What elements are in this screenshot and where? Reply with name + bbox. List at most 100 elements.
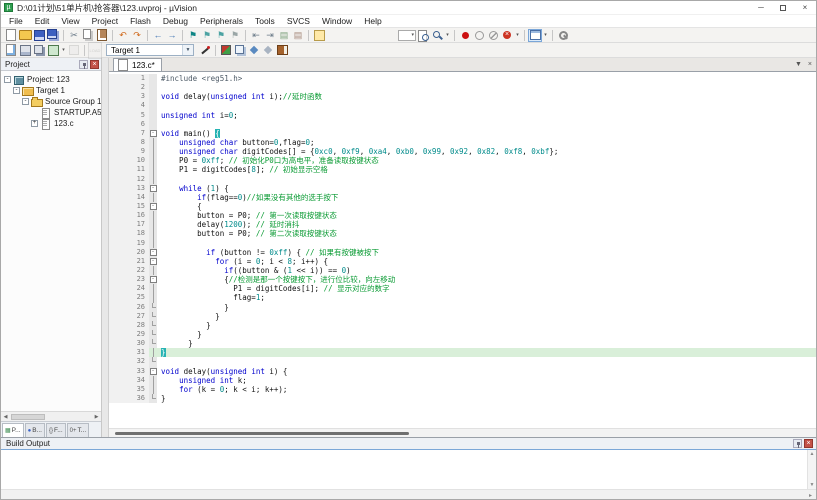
menu-view[interactable]: View <box>55 16 85 26</box>
chevron-down-icon[interactable]: ▼ <box>182 45 193 55</box>
download-icon[interactable] <box>88 44 102 57</box>
file-extensions-icon[interactable] <box>219 44 233 57</box>
window-list-icon[interactable]: ▼ <box>795 61 802 68</box>
tree-item-123-c[interactable]: +123.c <box>1 118 101 129</box>
panel-tab-books[interactable]: ●B... <box>25 423 45 437</box>
insert-template-icon[interactable] <box>312 29 326 42</box>
rebuild-all-icon[interactable] <box>32 44 46 57</box>
code-line-2[interactable]: 2 <box>109 83 816 92</box>
build-icon[interactable] <box>18 44 32 57</box>
project-scroll-thumb[interactable] <box>11 414 45 420</box>
comment-selection-icon[interactable]: ▤ <box>277 29 291 42</box>
batch-dropdown-icon[interactable]: ▾ <box>60 44 67 57</box>
build-pin-icon[interactable] <box>793 439 802 448</box>
navigate-back-icon[interactable]: ← <box>151 29 165 42</box>
panel-tab-functions[interactable]: {}F... <box>46 423 66 437</box>
open-file-icon[interactable] <box>18 29 32 42</box>
code-line-1[interactable]: 1#include <reg51.h> <box>109 74 816 83</box>
code-line-26[interactable]: 26 } <box>109 303 816 312</box>
options-for-target-icon[interactable] <box>198 44 212 57</box>
navigate-forward-icon[interactable]: → <box>165 29 179 42</box>
manage-project-items-icon[interactable] <box>233 44 247 57</box>
menu-svcs[interactable]: SVCS <box>281 16 316 26</box>
expander-icon[interactable]: - <box>4 76 11 83</box>
panel-tab-project[interactable]: ▦P... <box>2 423 24 437</box>
undo-icon[interactable]: ↶ <box>116 29 130 42</box>
code-line-18[interactable]: 18 button = P0; // 第二次读取按键状态 <box>109 229 816 238</box>
code-line-5[interactable]: 5unsigned int i=0; <box>109 111 816 120</box>
menu-debug[interactable]: Debug <box>157 16 194 26</box>
menu-window[interactable]: Window <box>316 16 358 26</box>
menu-help[interactable]: Help <box>358 16 387 26</box>
editor-horizontal-scrollbar[interactable] <box>109 428 816 437</box>
expander-icon[interactable]: + <box>31 120 38 127</box>
code-line-22[interactable]: 22 if((button & (1 << i)) == 0) <box>109 266 816 275</box>
manage-books-icon[interactable] <box>275 44 289 57</box>
breakpoint-disable-all-icon[interactable] <box>486 29 500 42</box>
fold-collapse-icon[interactable]: - <box>149 257 157 266</box>
code-line-4[interactable]: 4 <box>109 101 816 110</box>
maximize-button[interactable] <box>772 1 794 14</box>
fold-collapse-icon[interactable]: - <box>149 184 157 193</box>
code-line-15[interactable]: 15- { <box>109 202 816 211</box>
tree-item-startup-a51[interactable]: STARTUP.A51 <box>1 107 101 118</box>
new-file-icon[interactable] <box>4 29 18 42</box>
code-line-7[interactable]: 7-void main() { <box>109 129 816 138</box>
unindent-icon[interactable]: ⇤ <box>249 29 263 42</box>
code-line-12[interactable]: 12 <box>109 175 816 184</box>
title-bar[interactable]: µ D:\01计划\51单片机\抢答器\123.uvproj - µVision… <box>1 1 816 15</box>
paste-icon[interactable] <box>95 29 109 42</box>
code-line-35[interactable]: 35 for (k = 0; k < i; k++); <box>109 385 816 394</box>
save-icon[interactable] <box>32 29 46 42</box>
layout-dropdown-icon[interactable]: ▾ <box>542 29 549 42</box>
bookmark-next-icon[interactable]: ⚑ <box>214 29 228 42</box>
project-close-icon[interactable]: × <box>90 60 99 69</box>
fold-collapse-icon[interactable]: - <box>149 202 157 211</box>
goto-prev-icon[interactable] <box>261 44 275 57</box>
copy-icon[interactable] <box>81 29 95 42</box>
editor-close-icon[interactable]: × <box>808 61 812 68</box>
tree-item-target-1[interactable]: -Target 1 <box>1 85 101 96</box>
code-line-30[interactable]: 30 } <box>109 339 816 348</box>
uncomment-selection-icon[interactable]: ▤ <box>291 29 305 42</box>
code-line-28[interactable]: 28 } <box>109 321 816 330</box>
breakpoint-toggle-icon[interactable] <box>458 29 472 42</box>
project-horizontal-scrollbar[interactable]: ◀ ▶ <box>1 411 101 421</box>
menu-tools[interactable]: Tools <box>249 16 281 26</box>
fold-collapse-icon[interactable]: - <box>149 367 157 376</box>
configure-icon[interactable] <box>556 29 570 42</box>
project-scroll-track[interactable] <box>10 413 92 421</box>
scroll-down-icon[interactable]: ▼ <box>810 482 815 488</box>
kill-dropdown-icon[interactable]: ▾ <box>514 29 521 42</box>
batch-build-icon[interactable] <box>46 44 60 57</box>
bookmark-toggle-icon[interactable]: ⚑ <box>186 29 200 42</box>
cut-icon[interactable]: ✂ <box>67 29 81 42</box>
code-line-36[interactable]: 36} <box>109 394 816 403</box>
redo-icon[interactable]: ↷ <box>130 29 144 42</box>
build-output-content[interactable] <box>1 450 807 489</box>
stop-build-icon[interactable] <box>67 44 81 57</box>
incremental-find-icon[interactable] <box>430 29 444 42</box>
pin-icon[interactable] <box>79 60 88 69</box>
code-line-9[interactable]: 9 unsigned char digitCodes[] = {0xc0, 0x… <box>109 147 816 156</box>
build-vertical-scrollbar[interactable]: ▲ ▼ <box>807 450 816 489</box>
code-line-8[interactable]: 8 unsigned char button=0,flag=0; <box>109 138 816 147</box>
bookmark-prev-icon[interactable]: ⚑ <box>200 29 214 42</box>
code-line-23[interactable]: 23- {//检测是那一个按键按下，进行位比较，向左移动 <box>109 275 816 284</box>
code-line-20[interactable]: 20- if (button != 0xff) { // 如果有按键被按下 <box>109 248 816 257</box>
panel-tab-templates[interactable]: 0+T... <box>67 423 90 437</box>
code-line-31[interactable]: 31} <box>109 348 816 357</box>
scroll-right-icon[interactable]: ▶ <box>92 414 101 420</box>
find-dropdown-icon[interactable]: ▾ <box>444 29 451 42</box>
tree-item-source-group-1[interactable]: -Source Group 1 <box>1 96 101 107</box>
translate-icon[interactable] <box>4 44 18 57</box>
code-line-25[interactable]: 25 flag=1; <box>109 293 816 302</box>
code-line-11[interactable]: 11 P1 = digitCodes[8]; // 初始显示空格 <box>109 165 816 174</box>
build-horizontal-scrollbar[interactable]: ▸ <box>1 489 816 500</box>
breakpoint-kill-all-icon[interactable] <box>500 29 514 42</box>
fold-collapse-icon[interactable]: - <box>149 275 157 284</box>
indent-icon[interactable]: ⇥ <box>263 29 277 42</box>
tree-item-project-123[interactable]: -Project: 123 <box>1 74 101 85</box>
code-line-34[interactable]: 34 unsigned int k; <box>109 376 816 385</box>
goto-next-icon[interactable] <box>247 44 261 57</box>
